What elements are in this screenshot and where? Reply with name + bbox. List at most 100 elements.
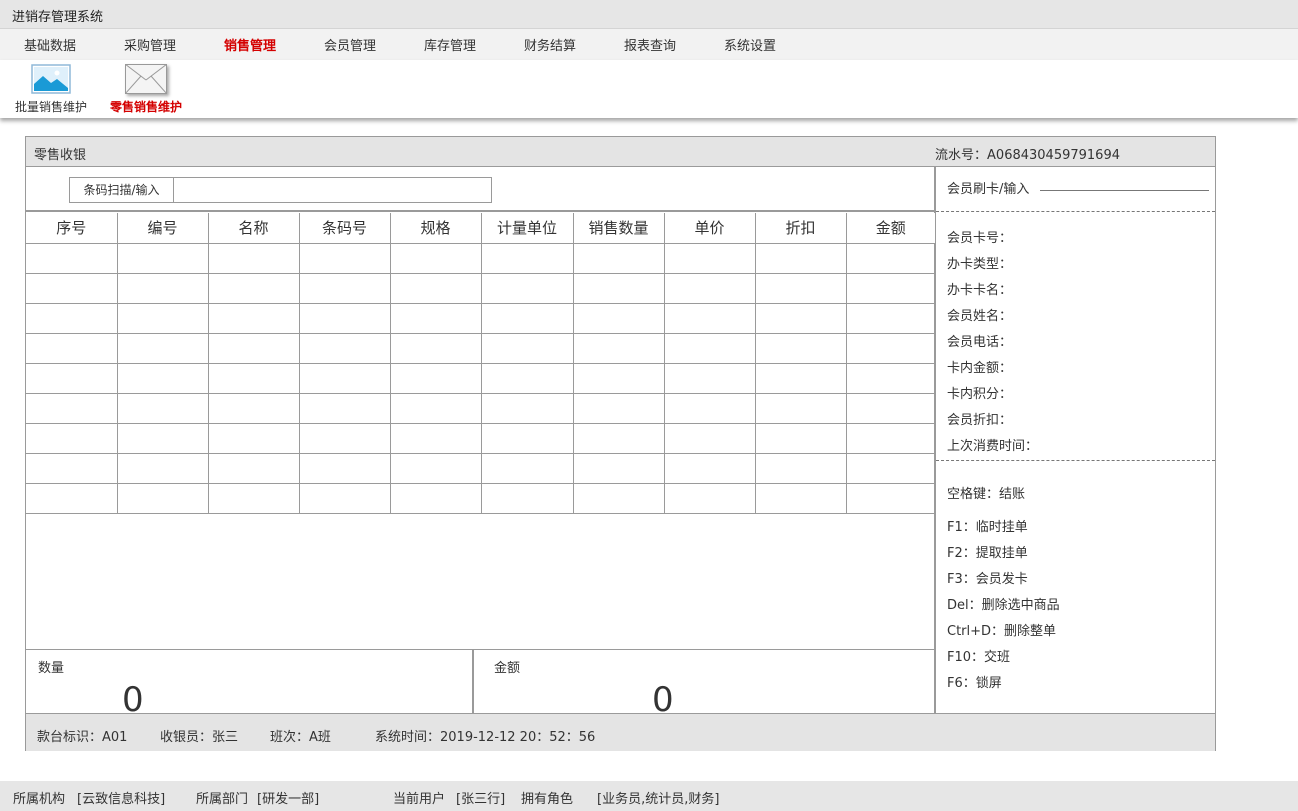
table-cell[interactable] <box>754 242 847 274</box>
table-cell[interactable] <box>389 452 482 484</box>
table-cell[interactable] <box>207 482 300 514</box>
table-cell[interactable] <box>572 452 665 484</box>
table-cell[interactable] <box>389 332 482 364</box>
table-cell[interactable] <box>298 362 391 394</box>
table-cell[interactable] <box>207 392 300 424</box>
table-cell[interactable] <box>389 362 482 394</box>
table-cell[interactable] <box>116 242 209 274</box>
menu-item-basic-data[interactable]: 基础数据 <box>24 35 76 54</box>
table-cell[interactable] <box>754 482 847 514</box>
table-cell[interactable] <box>663 302 756 334</box>
table-cell[interactable] <box>754 302 847 334</box>
table-cell[interactable] <box>26 272 118 304</box>
menu-item-members[interactable]: 会员管理 <box>324 35 376 54</box>
table-cell[interactable] <box>116 332 209 364</box>
table-cell[interactable] <box>663 452 756 484</box>
table-cell[interactable] <box>298 272 391 304</box>
col-header-price[interactable]: 单价 <box>663 213 756 244</box>
col-header-spec[interactable]: 规格 <box>389 213 482 244</box>
col-header-discount[interactable]: 折扣 <box>754 213 847 244</box>
table-cell[interactable] <box>480 362 574 394</box>
table-row[interactable] <box>26 302 935 334</box>
table-cell[interactable] <box>572 332 665 364</box>
table-cell[interactable] <box>116 482 209 514</box>
table-row[interactable] <box>26 482 935 514</box>
table-cell[interactable] <box>26 242 118 274</box>
table-cell[interactable] <box>663 332 756 364</box>
table-cell[interactable] <box>298 392 391 424</box>
table-cell[interactable] <box>845 452 935 484</box>
table-cell[interactable] <box>754 452 847 484</box>
table-cell[interactable] <box>26 482 118 514</box>
table-cell[interactable] <box>116 272 209 304</box>
table-cell[interactable] <box>480 302 574 334</box>
table-cell[interactable] <box>389 482 482 514</box>
menu-item-inventory[interactable]: 库存管理 <box>424 35 476 54</box>
table-cell[interactable] <box>663 272 756 304</box>
table-cell[interactable] <box>480 272 574 304</box>
table-cell[interactable] <box>845 392 935 424</box>
table-cell[interactable] <box>207 302 300 334</box>
table-cell[interactable] <box>572 302 665 334</box>
table-cell[interactable] <box>389 242 482 274</box>
table-cell[interactable] <box>572 362 665 394</box>
col-header-quantity[interactable]: 销售数量 <box>572 213 665 244</box>
table-cell[interactable] <box>207 452 300 484</box>
table-cell[interactable] <box>754 332 847 364</box>
table-cell[interactable] <box>207 332 300 364</box>
table-cell[interactable] <box>298 242 391 274</box>
table-cell[interactable] <box>26 392 118 424</box>
table-cell[interactable] <box>26 302 118 334</box>
table-cell[interactable] <box>389 302 482 334</box>
table-cell[interactable] <box>572 482 665 514</box>
member-card-input[interactable] <box>1040 190 1209 191</box>
table-cell[interactable] <box>845 272 935 304</box>
menu-item-sales[interactable]: 销售管理 <box>224 35 276 54</box>
table-cell[interactable] <box>845 302 935 334</box>
table-cell[interactable] <box>26 422 118 454</box>
table-cell[interactable] <box>480 332 574 364</box>
table-cell[interactable] <box>389 272 482 304</box>
table-cell[interactable] <box>298 422 391 454</box>
table-cell[interactable] <box>845 242 935 274</box>
menu-item-settings[interactable]: 系统设置 <box>724 35 776 54</box>
table-cell[interactable] <box>26 452 118 484</box>
table-row[interactable] <box>26 242 935 274</box>
table-cell[interactable] <box>845 422 935 454</box>
table-cell[interactable] <box>572 392 665 424</box>
menu-item-finance[interactable]: 财务结算 <box>524 35 576 54</box>
table-cell[interactable] <box>754 362 847 394</box>
table-cell[interactable] <box>572 272 665 304</box>
table-cell[interactable] <box>663 482 756 514</box>
table-cell[interactable] <box>207 422 300 454</box>
table-row[interactable] <box>26 452 935 484</box>
table-cell[interactable] <box>754 422 847 454</box>
table-cell[interactable] <box>116 392 209 424</box>
col-header-code[interactable]: 编号 <box>116 213 209 244</box>
table-cell[interactable] <box>116 302 209 334</box>
table-cell[interactable] <box>207 242 300 274</box>
table-cell[interactable] <box>26 362 118 394</box>
table-cell[interactable] <box>116 422 209 454</box>
retail-sales-button[interactable]: 零售销售维护 <box>98 62 194 114</box>
table-cell[interactable] <box>845 362 935 394</box>
col-header-name[interactable]: 名称 <box>207 213 300 244</box>
col-header-unit[interactable]: 计量单位 <box>480 213 574 244</box>
table-cell[interactable] <box>389 422 482 454</box>
col-header-barcode[interactable]: 条码号 <box>298 213 391 244</box>
table-cell[interactable] <box>116 452 209 484</box>
table-cell[interactable] <box>26 332 118 364</box>
table-cell[interactable] <box>663 392 756 424</box>
table-cell[interactable] <box>298 302 391 334</box>
table-cell[interactable] <box>845 332 935 364</box>
table-cell[interactable] <box>572 242 665 274</box>
table-row[interactable] <box>26 272 935 304</box>
table-cell[interactable] <box>663 362 756 394</box>
table-cell[interactable] <box>754 272 847 304</box>
table-cell[interactable] <box>480 392 574 424</box>
menu-item-reports[interactable]: 报表查询 <box>624 35 676 54</box>
menu-item-purchase[interactable]: 采购管理 <box>124 35 176 54</box>
table-cell[interactable] <box>754 392 847 424</box>
table-cell[interactable] <box>663 242 756 274</box>
table-cell[interactable] <box>298 332 391 364</box>
